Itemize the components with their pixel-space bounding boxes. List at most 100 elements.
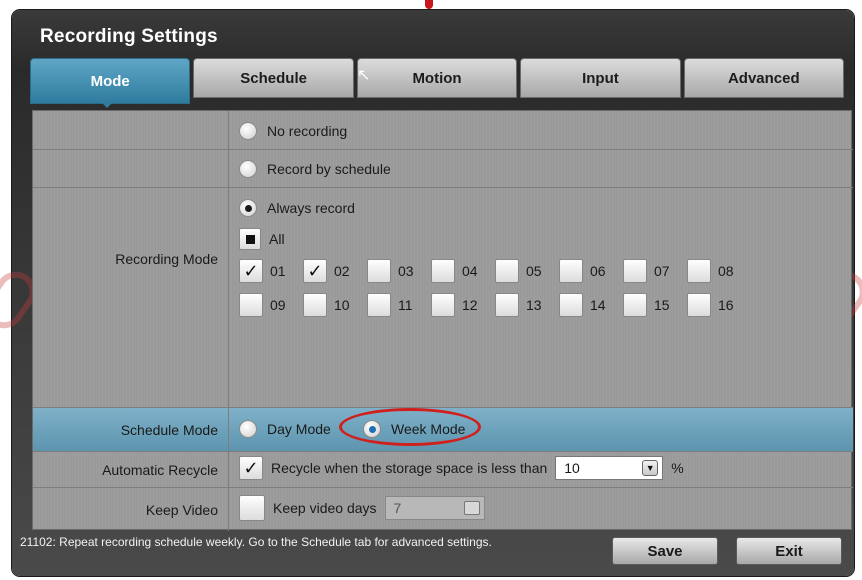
checkbox-channel-03[interactable] <box>367 259 391 283</box>
channel-08[interactable]: 08 <box>687 259 751 283</box>
exit-button[interactable]: Exit <box>736 537 842 565</box>
checkbox-all[interactable] <box>239 228 261 250</box>
divider <box>33 149 853 150</box>
channel-16[interactable]: 16 <box>687 293 751 317</box>
no-recording-label: No recording <box>267 123 348 139</box>
tab-mode[interactable]: Mode <box>30 58 191 104</box>
channel-label: 08 <box>718 263 734 279</box>
mouse-cursor-icon: ↖ <box>357 67 371 84</box>
channel-label: 04 <box>462 263 478 279</box>
recycle-unit: % <box>671 460 684 476</box>
channel-label: 06 <box>590 263 606 279</box>
radio-always-record[interactable] <box>239 199 257 217</box>
checkbox-channel-14[interactable] <box>559 293 583 317</box>
keep-video-control: Keep video days 7 <box>239 495 485 521</box>
settings-panel: Recording Mode No recording Record by sc… <box>32 110 853 531</box>
radio-selected-dot-icon <box>244 204 252 212</box>
channel-label: 15 <box>654 297 670 313</box>
checkbox-channel-15[interactable] <box>623 293 647 317</box>
channel-grid: ✓ 01 ✓ 02 03 04 05 06 07 08 09 10 11 12 13… <box>239 259 751 317</box>
automatic-recycle-label: Automatic Recycle <box>33 452 229 487</box>
checkbox-channel-01[interactable]: ✓ <box>239 259 263 283</box>
channel-15[interactable]: 15 <box>623 293 687 317</box>
recycle-control: ✓ Recycle when the storage space is less… <box>239 456 684 480</box>
keep-video-checkbox-label: Keep video days <box>273 500 377 516</box>
channel-label: 12 <box>462 297 478 313</box>
channel-02[interactable]: ✓ 02 <box>303 259 367 283</box>
all-label: All <box>269 231 285 247</box>
keep-video-days-input[interactable]: 7 <box>384 496 485 520</box>
always-record-label: Always record <box>267 200 355 216</box>
keyboard-icon[interactable] <box>463 501 480 515</box>
channel-01[interactable]: ✓ 01 <box>239 259 303 283</box>
schedule-mode-label: Schedule Mode <box>33 408 229 451</box>
channel-05[interactable]: 05 <box>495 259 559 283</box>
checkbox-recycle[interactable]: ✓ <box>239 456 263 480</box>
channel-label: 02 <box>334 263 350 279</box>
channel-06[interactable]: 06 <box>559 259 623 283</box>
record-by-schedule-label: Record by schedule <box>267 161 391 177</box>
tab-schedule[interactable]: Schedule <box>193 58 354 98</box>
tab-advanced[interactable]: Advanced <box>683 58 845 98</box>
option-always-record[interactable]: Always record <box>239 199 355 217</box>
checkbox-channel-02[interactable]: ✓ <box>303 259 327 283</box>
save-button[interactable]: Save <box>612 537 718 565</box>
window-title: Recording Settings <box>40 26 218 47</box>
channel-label: 03 <box>398 263 414 279</box>
keep-video-label: Keep Video <box>33 488 229 531</box>
recycle-checkbox-label: Recycle when the storage space is less t… <box>271 460 548 476</box>
channel-label: 11 <box>398 297 413 313</box>
channel-10[interactable]: 10 <box>303 293 367 317</box>
recycle-threshold-value: 10 <box>564 460 580 476</box>
keep-video-days-value: 7 <box>393 500 402 516</box>
channel-label: 09 <box>270 297 286 313</box>
checkbox-channel-10[interactable] <box>303 293 327 317</box>
channel-11[interactable]: 11 <box>367 293 431 317</box>
channel-07[interactable]: 07 <box>623 259 687 283</box>
channel-12[interactable]: 12 <box>431 293 495 317</box>
active-tab-pointer-icon <box>102 103 112 108</box>
checkbox-channel-12[interactable] <box>431 293 455 317</box>
channel-label: 10 <box>334 297 350 313</box>
checkbox-channel-05[interactable] <box>495 259 519 283</box>
checkbox-keep-video[interactable] <box>239 495 265 521</box>
recycle-threshold-select[interactable]: 10 ▼ <box>555 456 664 480</box>
status-message: 21102: Repeat recording schedule weekly.… <box>20 535 492 549</box>
recording-mode-label: Recording Mode <box>33 111 229 407</box>
channel-04[interactable]: 04 <box>431 259 495 283</box>
chevron-down-icon[interactable]: ▼ <box>642 460 659 476</box>
checkbox-channel-13[interactable] <box>495 293 519 317</box>
radio-no-recording[interactable] <box>239 122 257 140</box>
annotation-circle <box>339 408 481 446</box>
channel-09[interactable]: 09 <box>239 293 303 317</box>
option-record-by-schedule[interactable]: Record by schedule <box>239 160 391 178</box>
day-mode-label: Day Mode <box>267 421 331 437</box>
checkbox-channel-04[interactable] <box>431 259 455 283</box>
channel-all[interactable]: All <box>239 228 285 250</box>
tab-input[interactable]: Input <box>520 58 681 98</box>
checkbox-channel-06[interactable] <box>559 259 583 283</box>
top-pin-marker <box>425 0 433 9</box>
divider <box>33 187 853 188</box>
radio-day-mode[interactable] <box>239 420 257 438</box>
channel-14[interactable]: 14 <box>559 293 623 317</box>
tab-motion[interactable]: Motion <box>356 58 518 98</box>
channel-13[interactable]: 13 <box>495 293 559 317</box>
option-day-mode[interactable]: Day Mode <box>239 420 331 438</box>
channel-label: 14 <box>590 297 606 313</box>
checkbox-channel-09[interactable] <box>239 293 263 317</box>
channel-label: 05 <box>526 263 542 279</box>
checkbox-channel-08[interactable] <box>687 259 711 283</box>
channel-label: 16 <box>718 297 734 313</box>
partial-check-icon <box>245 234 255 244</box>
channel-label: 07 <box>654 263 670 279</box>
channel-label: 01 <box>270 263 286 279</box>
channel-03[interactable]: 03 <box>367 259 431 283</box>
recording-settings-window: Recording Settings Mode Schedule Motion … <box>0 10 862 576</box>
radio-record-by-schedule[interactable] <box>239 160 257 178</box>
channel-label: 13 <box>526 297 542 313</box>
option-no-recording[interactable]: No recording <box>239 122 347 140</box>
checkbox-channel-11[interactable] <box>367 293 391 317</box>
checkbox-channel-07[interactable] <box>623 259 647 283</box>
checkbox-channel-16[interactable] <box>687 293 711 317</box>
